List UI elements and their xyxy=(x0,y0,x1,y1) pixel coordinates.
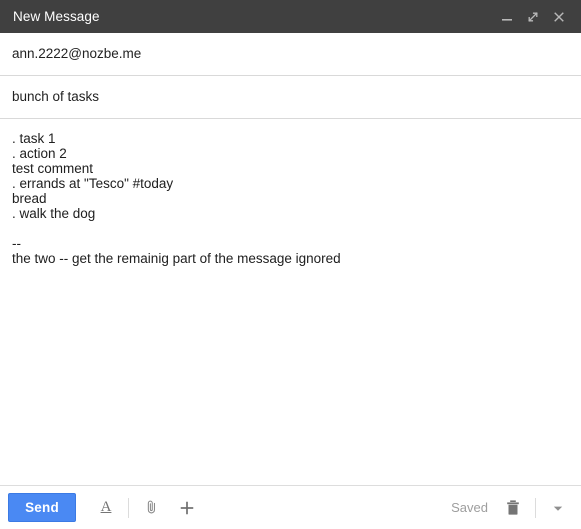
toolbar-right-group: Saved xyxy=(451,493,573,523)
recipient-field[interactable]: ann.2222@nozbe.me xyxy=(0,33,581,76)
discard-draft-button[interactable] xyxy=(498,493,528,523)
saved-status: Saved xyxy=(451,500,488,515)
recipient-value: ann.2222@nozbe.me xyxy=(12,46,142,61)
window-controls xyxy=(494,4,572,30)
plus-icon xyxy=(179,500,195,516)
formatting-options-button[interactable]: A xyxy=(91,493,121,523)
expand-icon xyxy=(526,10,540,24)
close-button[interactable] xyxy=(546,4,572,30)
insert-more-button[interactable] xyxy=(172,493,202,523)
subject-value: bunch of tasks xyxy=(12,89,100,104)
chevron-down-icon xyxy=(551,501,565,515)
compose-toolbar: Send A Saved xyxy=(0,485,581,529)
close-icon xyxy=(552,10,566,24)
toolbar-divider-left xyxy=(128,497,129,518)
paperclip-icon xyxy=(143,499,160,516)
compose-titlebar: New Message xyxy=(0,0,581,33)
attach-file-button[interactable] xyxy=(136,493,166,523)
message-body-area[interactable]: . task 1 . action 2 test comment . erran… xyxy=(0,119,581,485)
expand-button[interactable] xyxy=(520,4,546,30)
subject-field[interactable]: bunch of tasks xyxy=(0,76,581,119)
more-options-button[interactable] xyxy=(543,493,573,523)
toolbar-left-group: Send A xyxy=(8,493,451,523)
compose-title: New Message xyxy=(13,9,100,24)
minimize-icon xyxy=(500,10,514,24)
trash-icon xyxy=(505,499,521,516)
format-text-icon: A xyxy=(100,498,112,515)
minimize-button[interactable] xyxy=(494,4,520,30)
compose-window: New Message ann.2222@nozbe.me bunch of t… xyxy=(0,0,581,529)
send-button[interactable]: Send xyxy=(8,493,76,522)
message-body-text: . task 1 . action 2 test comment . erran… xyxy=(12,131,341,266)
toolbar-divider-right xyxy=(535,497,536,518)
